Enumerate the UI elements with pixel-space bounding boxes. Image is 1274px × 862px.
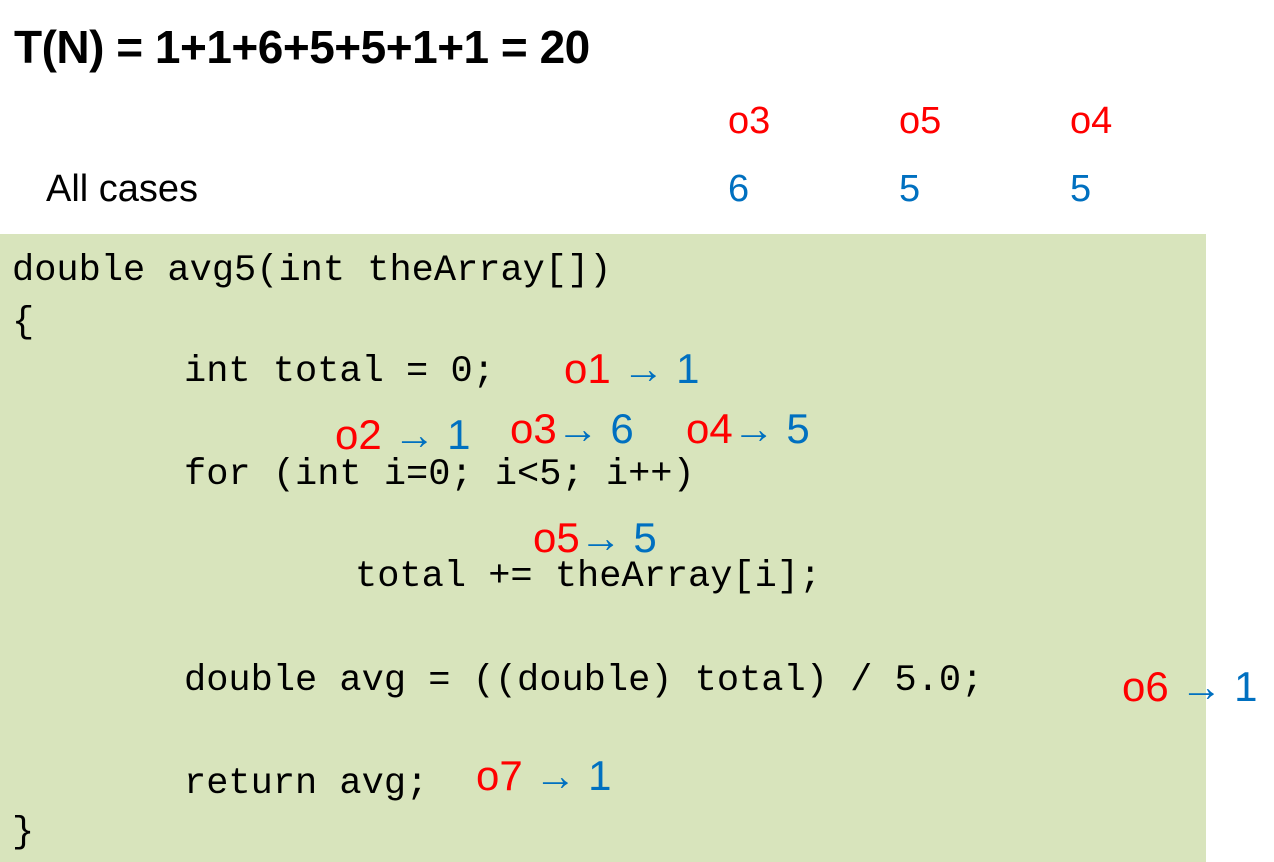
annotation-count: 5 [786, 405, 810, 452]
arrow-right-icon: → [579, 514, 622, 561]
annotation-op: o6 [1122, 663, 1169, 710]
annotation-o3: o3→ 6 [510, 408, 634, 450]
arrow-right-icon: → [556, 405, 599, 452]
annotation-op: o5 [533, 514, 580, 561]
arrow-right-icon: → [732, 405, 775, 452]
code-line-for-loop: for (int i=0; i<5; i++) [184, 454, 695, 496]
annotation-o4: o4→ 5 [686, 408, 810, 450]
annotation-count: 1 [447, 411, 471, 458]
annotation-count: 1 [1234, 663, 1258, 710]
case-value-o5: 5 [899, 168, 921, 210]
case-header-o3: o3 [728, 100, 771, 142]
code-line-return: return avg; [184, 763, 429, 805]
code-line-close-brace: } [12, 812, 35, 854]
case-header-o5: o5 [899, 100, 942, 142]
arrow-right-icon: → [534, 752, 577, 799]
annotation-count: 6 [610, 405, 634, 452]
all-cases-label: All cases [46, 168, 199, 210]
annotation-count: 1 [588, 752, 612, 799]
case-value-o3: 6 [728, 168, 750, 210]
case-value-o4: 5 [1070, 168, 1092, 210]
code-line-average: double avg = ((double) total) / 5.0; [184, 660, 984, 702]
case-header-o4: o4 [1070, 100, 1113, 142]
code-line-signature: double avg5(int theArray[]) [12, 250, 612, 292]
arrow-right-icon: → [622, 345, 665, 392]
page-title: T(N) = 1+1+6+5+5+1+1 = 20 [14, 21, 590, 73]
annotation-op: o2 [335, 411, 382, 458]
annotation-o6: o6 → 1 [1122, 666, 1257, 708]
arrow-right-icon: → [1180, 663, 1223, 710]
annotation-op: o1 [564, 345, 611, 392]
annotation-o7: o7 → 1 [476, 755, 611, 797]
arrow-right-icon: → [393, 411, 436, 458]
code-line-open-brace: { [12, 302, 35, 344]
annotation-op: o3 [510, 405, 557, 452]
annotation-op: o7 [476, 752, 523, 799]
annotation-op: o4 [686, 405, 733, 452]
annotation-o5: o5→ 5 [533, 517, 657, 559]
annotation-count: 5 [633, 514, 657, 561]
annotation-count: 1 [676, 345, 700, 392]
annotation-o1: o1 → 1 [564, 348, 699, 390]
code-line-accumulate: total += theArray[i]; [355, 556, 822, 598]
code-line-total-init: int total = 0; [184, 351, 495, 393]
annotation-o2: o2 → 1 [335, 414, 470, 456]
